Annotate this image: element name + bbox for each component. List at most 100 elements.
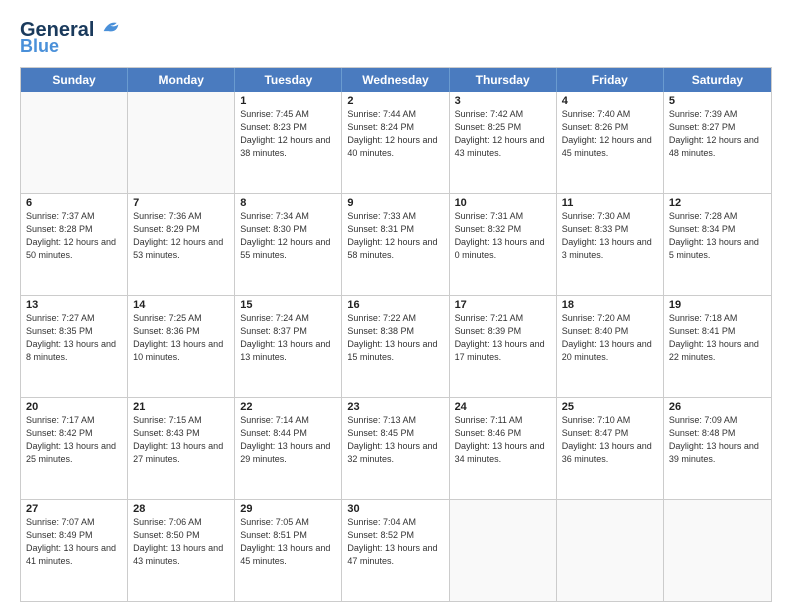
header-day-friday: Friday	[557, 68, 664, 92]
sun-info: Sunrise: 7:15 AMSunset: 8:43 PMDaylight:…	[133, 414, 229, 466]
sun-info: Sunrise: 7:07 AMSunset: 8:49 PMDaylight:…	[26, 516, 122, 568]
sun-info: Sunrise: 7:11 AMSunset: 8:46 PMDaylight:…	[455, 414, 551, 466]
day-cell-13: 13Sunrise: 7:27 AMSunset: 8:35 PMDayligh…	[21, 296, 128, 397]
calendar-week-3: 13Sunrise: 7:27 AMSunset: 8:35 PMDayligh…	[21, 295, 771, 397]
day-cell-17: 17Sunrise: 7:21 AMSunset: 8:39 PMDayligh…	[450, 296, 557, 397]
day-cell-20: 20Sunrise: 7:17 AMSunset: 8:42 PMDayligh…	[21, 398, 128, 499]
sun-info: Sunrise: 7:05 AMSunset: 8:51 PMDaylight:…	[240, 516, 336, 568]
day-number: 25	[562, 401, 658, 413]
day-cell-24: 24Sunrise: 7:11 AMSunset: 8:46 PMDayligh…	[450, 398, 557, 499]
day-number: 23	[347, 401, 443, 413]
sun-info: Sunrise: 7:24 AMSunset: 8:37 PMDaylight:…	[240, 312, 336, 364]
sun-info: Sunrise: 7:37 AMSunset: 8:28 PMDaylight:…	[26, 210, 122, 262]
sun-info: Sunrise: 7:27 AMSunset: 8:35 PMDaylight:…	[26, 312, 122, 364]
empty-cell	[21, 92, 128, 193]
day-number: 1	[240, 95, 336, 107]
day-number: 19	[669, 299, 766, 311]
day-cell-29: 29Sunrise: 7:05 AMSunset: 8:51 PMDayligh…	[235, 500, 342, 601]
logo-bird-icon	[102, 18, 120, 36]
day-number: 26	[669, 401, 766, 413]
empty-cell	[664, 500, 771, 601]
sun-info: Sunrise: 7:36 AMSunset: 8:29 PMDaylight:…	[133, 210, 229, 262]
day-cell-30: 30Sunrise: 7:04 AMSunset: 8:52 PMDayligh…	[342, 500, 449, 601]
day-cell-23: 23Sunrise: 7:13 AMSunset: 8:45 PMDayligh…	[342, 398, 449, 499]
day-number: 10	[455, 197, 551, 209]
header-day-thursday: Thursday	[450, 68, 557, 92]
sun-info: Sunrise: 7:25 AMSunset: 8:36 PMDaylight:…	[133, 312, 229, 364]
day-number: 8	[240, 197, 336, 209]
header-day-saturday: Saturday	[664, 68, 771, 92]
day-number: 2	[347, 95, 443, 107]
calendar-header: SundayMondayTuesdayWednesdayThursdayFrid…	[21, 68, 771, 92]
day-number: 30	[347, 503, 443, 515]
day-cell-7: 7Sunrise: 7:36 AMSunset: 8:29 PMDaylight…	[128, 194, 235, 295]
day-cell-3: 3Sunrise: 7:42 AMSunset: 8:25 PMDaylight…	[450, 92, 557, 193]
sun-info: Sunrise: 7:17 AMSunset: 8:42 PMDaylight:…	[26, 414, 122, 466]
calendar-week-2: 6Sunrise: 7:37 AMSunset: 8:28 PMDaylight…	[21, 193, 771, 295]
day-number: 17	[455, 299, 551, 311]
empty-cell	[450, 500, 557, 601]
day-cell-1: 1Sunrise: 7:45 AMSunset: 8:23 PMDaylight…	[235, 92, 342, 193]
day-cell-15: 15Sunrise: 7:24 AMSunset: 8:37 PMDayligh…	[235, 296, 342, 397]
sun-info: Sunrise: 7:42 AMSunset: 8:25 PMDaylight:…	[455, 108, 551, 160]
day-number: 29	[240, 503, 336, 515]
day-number: 20	[26, 401, 122, 413]
day-cell-11: 11Sunrise: 7:30 AMSunset: 8:33 PMDayligh…	[557, 194, 664, 295]
day-cell-6: 6Sunrise: 7:37 AMSunset: 8:28 PMDaylight…	[21, 194, 128, 295]
day-number: 11	[562, 197, 658, 209]
day-number: 9	[347, 197, 443, 209]
calendar-week-4: 20Sunrise: 7:17 AMSunset: 8:42 PMDayligh…	[21, 397, 771, 499]
sun-info: Sunrise: 7:21 AMSunset: 8:39 PMDaylight:…	[455, 312, 551, 364]
day-number: 6	[26, 197, 122, 209]
day-cell-12: 12Sunrise: 7:28 AMSunset: 8:34 PMDayligh…	[664, 194, 771, 295]
day-cell-9: 9Sunrise: 7:33 AMSunset: 8:31 PMDaylight…	[342, 194, 449, 295]
sun-info: Sunrise: 7:20 AMSunset: 8:40 PMDaylight:…	[562, 312, 658, 364]
day-cell-21: 21Sunrise: 7:15 AMSunset: 8:43 PMDayligh…	[128, 398, 235, 499]
sun-info: Sunrise: 7:31 AMSunset: 8:32 PMDaylight:…	[455, 210, 551, 262]
logo: General Blue	[20, 18, 120, 57]
calendar-week-1: 1Sunrise: 7:45 AMSunset: 8:23 PMDaylight…	[21, 92, 771, 193]
day-cell-5: 5Sunrise: 7:39 AMSunset: 8:27 PMDaylight…	[664, 92, 771, 193]
sun-info: Sunrise: 7:28 AMSunset: 8:34 PMDaylight:…	[669, 210, 766, 262]
day-number: 22	[240, 401, 336, 413]
day-cell-18: 18Sunrise: 7:20 AMSunset: 8:40 PMDayligh…	[557, 296, 664, 397]
day-cell-27: 27Sunrise: 7:07 AMSunset: 8:49 PMDayligh…	[21, 500, 128, 601]
sun-info: Sunrise: 7:04 AMSunset: 8:52 PMDaylight:…	[347, 516, 443, 568]
sun-info: Sunrise: 7:40 AMSunset: 8:26 PMDaylight:…	[562, 108, 658, 160]
sun-info: Sunrise: 7:14 AMSunset: 8:44 PMDaylight:…	[240, 414, 336, 466]
sun-info: Sunrise: 7:22 AMSunset: 8:38 PMDaylight:…	[347, 312, 443, 364]
empty-cell	[557, 500, 664, 601]
day-number: 7	[133, 197, 229, 209]
day-number: 15	[240, 299, 336, 311]
day-cell-16: 16Sunrise: 7:22 AMSunset: 8:38 PMDayligh…	[342, 296, 449, 397]
day-cell-25: 25Sunrise: 7:10 AMSunset: 8:47 PMDayligh…	[557, 398, 664, 499]
sun-info: Sunrise: 7:39 AMSunset: 8:27 PMDaylight:…	[669, 108, 766, 160]
day-number: 4	[562, 95, 658, 107]
sun-info: Sunrise: 7:13 AMSunset: 8:45 PMDaylight:…	[347, 414, 443, 466]
sun-info: Sunrise: 7:09 AMSunset: 8:48 PMDaylight:…	[669, 414, 766, 466]
day-cell-26: 26Sunrise: 7:09 AMSunset: 8:48 PMDayligh…	[664, 398, 771, 499]
day-cell-19: 19Sunrise: 7:18 AMSunset: 8:41 PMDayligh…	[664, 296, 771, 397]
day-number: 16	[347, 299, 443, 311]
day-cell-4: 4Sunrise: 7:40 AMSunset: 8:26 PMDaylight…	[557, 92, 664, 193]
calendar-week-5: 27Sunrise: 7:07 AMSunset: 8:49 PMDayligh…	[21, 499, 771, 601]
sun-info: Sunrise: 7:06 AMSunset: 8:50 PMDaylight:…	[133, 516, 229, 568]
day-number: 3	[455, 95, 551, 107]
day-cell-8: 8Sunrise: 7:34 AMSunset: 8:30 PMDaylight…	[235, 194, 342, 295]
day-cell-2: 2Sunrise: 7:44 AMSunset: 8:24 PMDaylight…	[342, 92, 449, 193]
day-cell-28: 28Sunrise: 7:06 AMSunset: 8:50 PMDayligh…	[128, 500, 235, 601]
sun-info: Sunrise: 7:44 AMSunset: 8:24 PMDaylight:…	[347, 108, 443, 160]
day-number: 21	[133, 401, 229, 413]
day-number: 18	[562, 299, 658, 311]
sun-info: Sunrise: 7:30 AMSunset: 8:33 PMDaylight:…	[562, 210, 658, 262]
page: General Blue SundayMondayTuesdayWednesda…	[0, 0, 792, 612]
day-number: 12	[669, 197, 766, 209]
header-day-monday: Monday	[128, 68, 235, 92]
header-day-sunday: Sunday	[21, 68, 128, 92]
sun-info: Sunrise: 7:45 AMSunset: 8:23 PMDaylight:…	[240, 108, 336, 160]
header: General Blue	[20, 18, 772, 57]
header-day-wednesday: Wednesday	[342, 68, 449, 92]
calendar-body: 1Sunrise: 7:45 AMSunset: 8:23 PMDaylight…	[21, 92, 771, 601]
day-number: 14	[133, 299, 229, 311]
sun-info: Sunrise: 7:18 AMSunset: 8:41 PMDaylight:…	[669, 312, 766, 364]
